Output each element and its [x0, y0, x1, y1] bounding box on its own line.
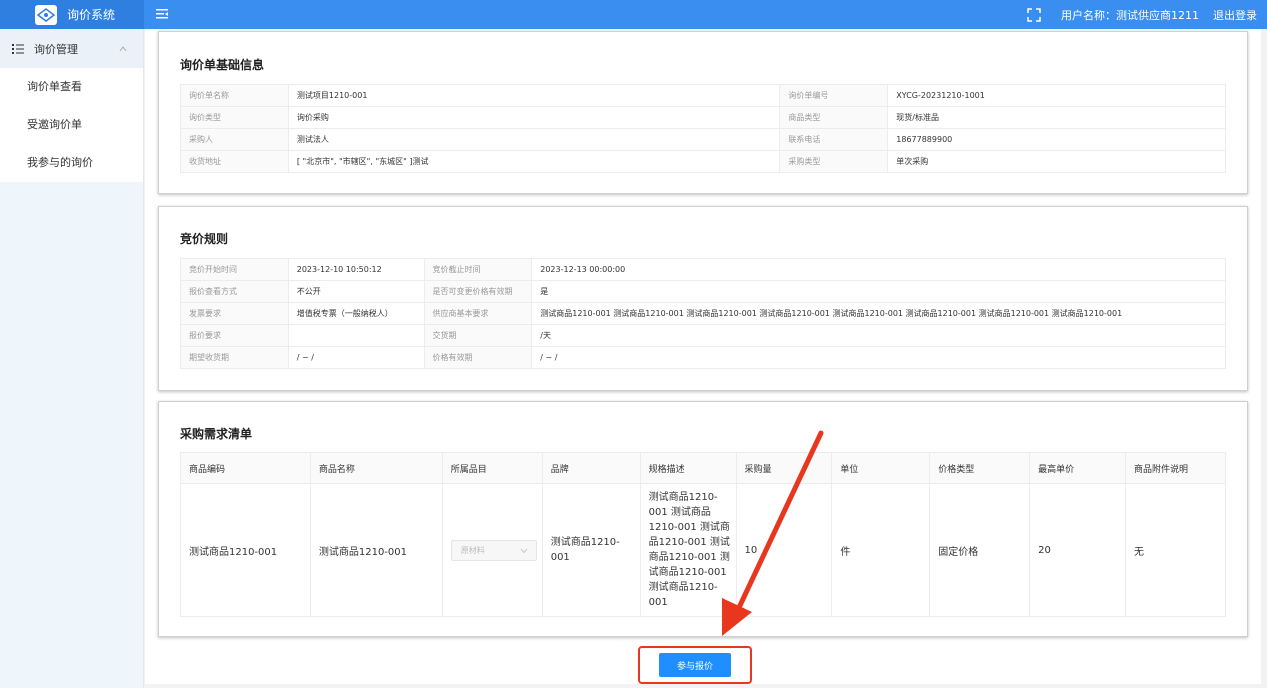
- info-label: 竞价截止时间: [423, 258, 533, 281]
- info-label: 期望收货期: [180, 346, 289, 369]
- column-header: 采购量: [735, 452, 833, 484]
- bidding-rules-card: 竞价规则 竞价开始时间 2023-12-10 10:50:12 竞价截止时间 2…: [158, 206, 1248, 391]
- info-label: 收货地址: [180, 150, 289, 173]
- table-row: 询价单名称 测试项目1210-001 询价单编号 XYCG-20231210-1…: [180, 84, 1226, 107]
- join-quote-button[interactable]: 参与报价: [659, 653, 731, 677]
- info-value: 单次采购: [887, 150, 1226, 173]
- info-label: 询价类型: [180, 106, 289, 129]
- info-label: 供应商基本要求: [423, 302, 533, 325]
- column-header: 商品附件说明: [1125, 452, 1226, 484]
- info-label: 询价单名称: [180, 84, 289, 107]
- cell-code: 测试商品1210-001: [180, 483, 311, 617]
- info-value: 是: [531, 280, 1226, 303]
- info-label: 采购类型: [779, 150, 889, 173]
- info-value: 测试项目1210-001: [287, 84, 781, 107]
- menu-toggle-icon[interactable]: [154, 6, 170, 22]
- sidebar-item-invited[interactable]: 受邀询价单: [0, 106, 143, 144]
- info-value: 2023-12-13 00:00:00: [531, 258, 1226, 281]
- cell-qty: 10: [735, 483, 833, 617]
- cell-attachment: 无: [1125, 483, 1226, 617]
- demand-list-title: 采购需求清单: [180, 427, 253, 441]
- table-row: 测试商品1210-001 测试商品1210-001 原材料 测试商品1210-0…: [180, 483, 1226, 617]
- sidebar-group-inquiry[interactable]: 询价管理: [0, 29, 143, 68]
- column-header: 商品名称: [309, 452, 443, 484]
- info-value: 询价采购: [287, 106, 781, 129]
- info-label: 联系电话: [779, 128, 889, 151]
- chevron-down-icon: [520, 548, 528, 553]
- cell-category: 原材料: [441, 483, 543, 617]
- app-title: 询价系统: [67, 8, 116, 22]
- category-select-value: 原材料: [460, 545, 485, 555]
- demand-list-card: 采购需求清单 商品编码 商品名称 所属品目 品牌 规格描述 采购量 单位 价格类…: [158, 401, 1248, 637]
- column-header: 规格描述: [639, 452, 737, 484]
- column-header: 所属品目: [441, 452, 543, 484]
- bidding-rules-title: 竞价规则: [180, 232, 229, 246]
- table-row: 报价要求 交货期 /天: [180, 324, 1226, 347]
- info-label: 询价单编号: [779, 84, 889, 107]
- info-value: XYCG-20231210-1001: [887, 84, 1226, 107]
- table-row: 报价查看方式 不公开 是否可变更价格有效期 是: [180, 280, 1226, 303]
- basic-info-title: 询价单基础信息: [180, 58, 265, 72]
- user-name: 用户名称：测试供应商1211: [1061, 8, 1199, 22]
- table-row: 询价类型 询价采购 商品类型 现货/标准品: [180, 106, 1226, 129]
- info-value: 现货/标准品: [887, 106, 1226, 129]
- info-value: / ~ /: [287, 346, 425, 369]
- bidding-rules-table: 竞价开始时间 2023-12-10 10:50:12 竞价截止时间 2023-1…: [180, 258, 1226, 369]
- table-row: 采购人 测试法人 联系电话 18677889900: [180, 128, 1226, 151]
- info-value: 测试商品1210-001 测试商品1210-001 测试商品1210-001 测…: [531, 302, 1226, 325]
- info-value: / ~ /: [531, 346, 1226, 369]
- info-label: 价格有效期: [423, 346, 533, 369]
- column-header: 商品编码: [180, 452, 311, 484]
- info-label: 发票要求: [180, 302, 289, 325]
- list-icon: [12, 43, 24, 54]
- fullscreen-icon[interactable]: [1027, 7, 1041, 22]
- chevron-up-icon: [119, 45, 127, 51]
- table-row: 收货地址 [ "北京市", "市辖区", "东城区" ]测试 采购类型 单次采购: [180, 150, 1226, 173]
- sidebar-item-participated[interactable]: 我参与的询价: [0, 144, 143, 182]
- cell-name: 测试商品1210-001: [309, 483, 443, 617]
- top-bar: 询价系统 用户名称：测试供应商1211 退出登录: [0, 0, 1267, 29]
- info-value: 2023-12-10 10:50:12: [287, 258, 425, 281]
- table-header-row: 商品编码 商品名称 所属品目 品牌 规格描述 采购量 单位 价格类型 最高单价 …: [180, 452, 1226, 484]
- brand: 询价系统: [0, 0, 144, 29]
- sidebar-group-label: 询价管理: [34, 42, 78, 56]
- info-label: 采购人: [180, 128, 289, 151]
- submit-highlight: 参与报价: [638, 646, 752, 684]
- info-value: 18677889900: [887, 128, 1226, 151]
- cell-max-price: 20: [1029, 483, 1127, 617]
- info-value: 测试法人: [287, 128, 781, 151]
- info-label: 是否可变更价格有效期: [423, 280, 533, 303]
- cell-price-type: 固定价格: [929, 483, 1031, 617]
- sidebar-item-inquiry-view[interactable]: 询价单查看: [0, 68, 143, 106]
- info-value: [ "北京市", "市辖区", "东城区" ]测试: [287, 150, 781, 173]
- info-label: 商品类型: [779, 106, 889, 129]
- cell-brand: 测试商品1210-001: [541, 483, 641, 617]
- info-value: [287, 324, 425, 347]
- basic-info-table: 询价单名称 测试项目1210-001 询价单编号 XYCG-20231210-1…: [180, 84, 1226, 173]
- cell-spec: 测试商品1210-001 测试商品1210-001 测试商品1210-001 测…: [639, 483, 737, 617]
- table-row: 竞价开始时间 2023-12-10 10:50:12 竞价截止时间 2023-1…: [180, 258, 1226, 281]
- column-header: 品牌: [541, 452, 641, 484]
- column-header: 最高单价: [1029, 452, 1127, 484]
- info-value: 增值税专票（一般纳税人）: [287, 302, 425, 325]
- info-value: 不公开: [287, 280, 425, 303]
- logout-link[interactable]: 退出登录: [1213, 7, 1257, 23]
- sidebar: 询价管理 询价单查看 受邀询价单 我参与的询价: [0, 29, 144, 688]
- main-content: 询价单基础信息 询价单名称 测试项目1210-001 询价单编号 XYCG-20…: [145, 29, 1261, 684]
- info-label: 交货期: [423, 324, 533, 347]
- cell-unit: 件: [831, 483, 931, 617]
- table-row: 期望收货期 / ~ / 价格有效期 / ~ /: [180, 346, 1226, 369]
- app-logo: [35, 4, 57, 25]
- demand-table: 商品编码 商品名称 所属品目 品牌 规格描述 采购量 单位 价格类型 最高单价 …: [180, 452, 1226, 617]
- info-label: 报价查看方式: [180, 280, 289, 303]
- category-select[interactable]: 原材料: [450, 539, 537, 561]
- column-header: 单位: [831, 452, 931, 484]
- column-header: 价格类型: [929, 452, 1031, 484]
- info-label: 竞价开始时间: [180, 258, 289, 281]
- info-value: /天: [531, 324, 1226, 347]
- info-label: 报价要求: [180, 324, 289, 347]
- basic-info-card: 询价单基础信息 询价单名称 测试项目1210-001 询价单编号 XYCG-20…: [158, 31, 1248, 194]
- table-row: 发票要求 增值税专票（一般纳税人） 供应商基本要求 测试商品1210-001 测…: [180, 302, 1226, 325]
